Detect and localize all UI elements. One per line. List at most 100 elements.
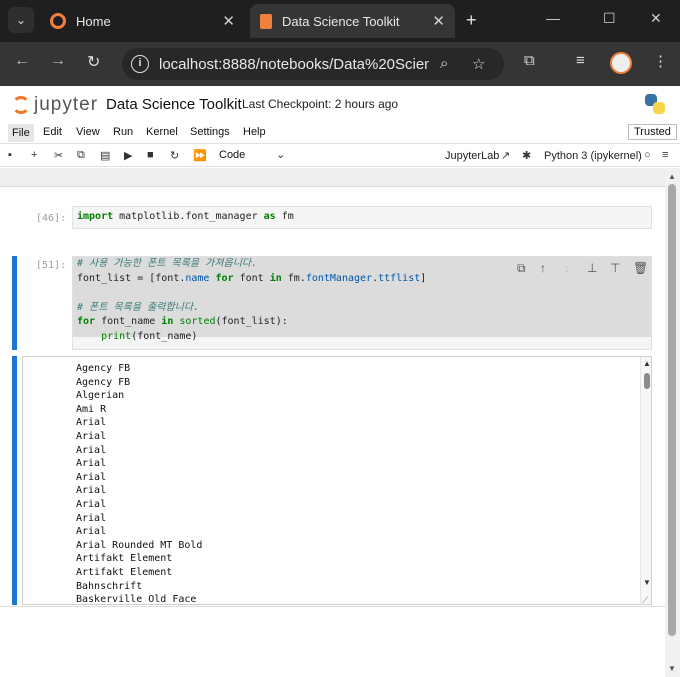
output-line: Arial [76,471,107,483]
menu-file[interactable]: File [8,124,34,142]
page-scrollbar[interactable]: ▲ ▼ [665,168,680,677]
output-indicator [12,356,17,605]
scroll-down-icon[interactable]: ▼ [668,664,676,673]
duplicate-cell-icon[interactable]: ⧉ [517,261,526,276]
output-line: Arial [76,430,107,442]
output-scrollbar[interactable]: ▲ ▼ [640,357,651,604]
resize-handle-icon[interactable]: ⟋ [642,595,648,606]
output-line: Bahnschrift [76,580,143,592]
cell-code[interactable]: import matplotlib.font_manager as fm [77,210,294,225]
output-line: Arial [76,444,107,456]
new-tab-button[interactable]: + [466,10,477,31]
output-line: Arial [76,458,107,470]
site-info-icon[interactable]: i [131,55,149,73]
tab-close-icon[interactable]: ✕ [432,12,445,30]
insert-cell-icon[interactable]: + [31,149,37,161]
menu-help[interactable]: Help [243,126,266,138]
notebook-toolbar: ▪ + ✂ ⧉ ▤ ▶ ■ ↻ ⏩ Code ⌄ JupyterLab ↗ ✱ … [0,145,680,167]
stop-icon[interactable]: ■ [147,149,154,161]
notebook-panel: [46]: import matplotlib.font_manager as … [0,186,665,607]
active-cell-indicator [12,256,17,350]
external-link-icon[interactable]: ↗ [501,149,510,162]
url-text: localhost:8888/notebooks/Data%20Scien... [159,55,429,73]
notebook-title[interactable]: Data Science Toolkit [106,96,242,113]
scroll-up-icon[interactable]: ▲ [668,172,676,181]
code-cell-46[interactable]: import matplotlib.font_manager as fm [72,206,652,229]
forward-arrow-icon[interactable]: → [50,52,66,70]
move-down-icon[interactable]: ↓ [564,261,570,275]
jupyterlab-link[interactable]: JupyterLab [445,150,499,162]
output-line: Arial [76,485,107,497]
cell-code[interactable]: # 사용 가능한 폰트 목록을 가져옵니다. font_list = [font… [77,257,426,344]
tab-title: Data Science Toolkit [282,13,400,29]
insert-above-icon[interactable]: ⊥ [587,261,597,275]
jupyter-logo-icon [12,96,30,114]
cut-icon[interactable]: ✂ [54,149,63,162]
profile-avatar[interactable] [610,52,632,74]
address-bar[interactable]: i localhost:8888/notebooks/Data%20Scien.… [122,48,504,80]
trusted-badge[interactable]: Trusted [628,124,677,140]
chevron-down-icon[interactable]: ⌄ [276,148,285,161]
scroll-up-icon[interactable]: ▲ [643,359,651,368]
toolbar-menu-icon[interactable]: ≡ [662,149,668,161]
cell-prompt: [51]: [36,260,67,271]
scroll-down-icon[interactable]: ▼ [643,578,651,587]
delete-cell-icon[interactable]: 🗑 [633,261,648,275]
menu-view[interactable]: View [76,126,100,138]
menu-run[interactable]: Run [113,126,133,138]
notebook-favicon-icon [260,13,272,29]
extensions-icon[interactable]: ⧉ [524,52,535,69]
last-checkpoint: Last Checkpoint: 2 hours ago [242,97,399,111]
python-kernel-logo-icon [645,94,665,114]
cell-prompt: [46]: [36,213,67,224]
save-icon[interactable]: ▪ [8,149,12,161]
output-line: Arial Rounded MT Bold [76,539,203,551]
menu-settings[interactable]: Settings [190,126,230,138]
copy-icon[interactable]: ⧉ [77,149,85,162]
output-line: Algerian [76,390,125,402]
tab-close-icon[interactable]: ✕ [222,12,235,30]
insert-below-icon[interactable]: ⊤ [610,261,620,275]
notebook-header: jupyter Data Science Toolkit Last Checkp… [0,86,680,122]
reload-icon[interactable]: ↻ [87,52,100,72]
window-close-button[interactable]: ✕ [650,10,662,27]
move-up-icon[interactable]: ↑ [540,261,546,275]
debugger-bug-icon[interactable]: ✱ [522,149,531,162]
cell-type-select[interactable]: Code [219,149,245,161]
jupyter-logo[interactable]: jupyter [12,94,98,116]
fast-forward-icon[interactable]: ⏩ [193,149,207,162]
restart-icon[interactable]: ↻ [170,149,179,162]
output-line: Artifakt Element [76,566,173,578]
output-line: Ami R [76,403,107,415]
jupyter-logo-text: jupyter [34,94,99,115]
cell-output[interactable]: Agency FB Agency FB Algerian Ami R Arial Aria… [22,356,652,605]
output-line: Arial [76,498,107,510]
browser-tab-bar: ⌄ Home ✕ Data Science Toolkit ✕ + — ☐ ✕ [0,0,680,42]
page-scroll-thumb[interactable] [668,184,676,636]
menu-edit[interactable]: Edit [43,126,62,138]
menu-kernel[interactable]: Kernel [146,126,178,138]
output-scroll-thumb[interactable] [644,373,650,389]
notebook-area: [46]: import matplotlib.font_manager as … [0,168,665,607]
output-line: Arial [76,512,107,524]
tab-search-button[interactable]: ⌄ [8,7,34,33]
minimize-button[interactable]: — [546,10,560,26]
zoom-icon[interactable]: ⌕ [440,55,448,72]
output-line: Baskerville Old Face [76,594,197,605]
tab-home[interactable]: Home ✕ [40,4,245,38]
kernel-status-icon: ○ [644,149,651,161]
kernel-name[interactable]: Python 3 (ipykernel) [544,150,642,162]
output-line: Arial [76,526,107,538]
tab-title: Home [76,13,111,29]
jupyter-page: jupyter Data Science Toolkit Last Checkp… [0,86,680,677]
tab-data-science-toolkit[interactable]: Data Science Toolkit ✕ [250,4,455,38]
back-arrow-icon[interactable]: ← [14,52,30,70]
maximize-button[interactable]: ☐ [603,10,616,27]
run-icon[interactable]: ▶ [124,149,132,162]
media-control-icon[interactable]: ≡ [576,52,585,69]
output-line: Agency FB [76,363,131,374]
bookmark-star-icon[interactable]: ☆ [472,55,485,73]
paste-icon[interactable]: ▤ [100,149,110,162]
code-cell-51[interactable]: # 사용 가능한 폰트 목록을 가져옵니다. font_list = [font… [72,256,652,350]
browser-menu-icon[interactable]: ⋮ [653,52,668,70]
